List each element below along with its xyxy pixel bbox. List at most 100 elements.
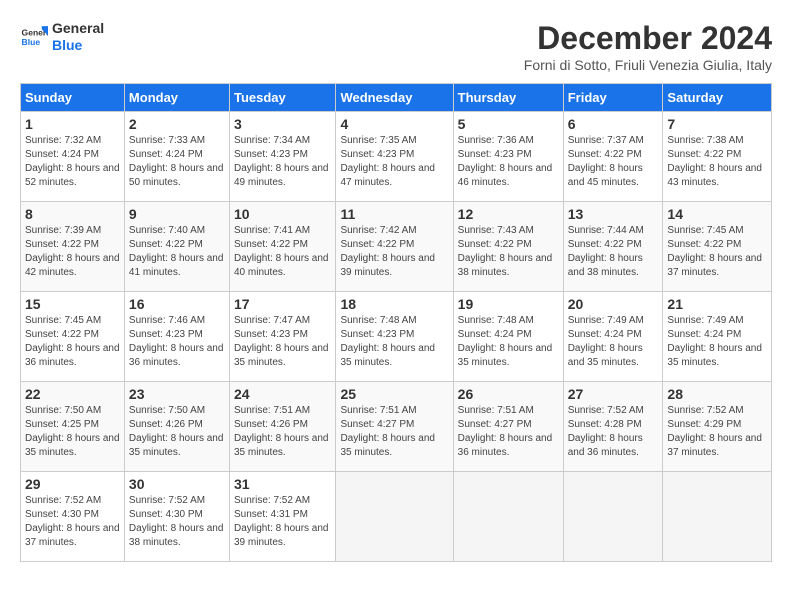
- calendar-header-row: SundayMondayTuesdayWednesdayThursdayFrid…: [21, 84, 772, 112]
- day-info: Sunrise: 7:37 AMSunset: 4:22 PMDaylight:…: [568, 134, 659, 190]
- header-day-tuesday: Tuesday: [229, 84, 335, 112]
- day-info: Sunrise: 7:36 AMSunset: 4:23 PMDaylight:…: [458, 134, 559, 190]
- calendar-cell: 3 Sunrise: 7:34 AMSunset: 4:23 PMDaylight…: [229, 112, 335, 202]
- day-info: Sunrise: 7:47 AMSunset: 4:23 PMDaylight:…: [234, 314, 331, 370]
- day-number: 31: [234, 476, 331, 492]
- calendar-cell: 22 Sunrise: 7:50 AMSunset: 4:25 PMDayligh…: [21, 382, 125, 472]
- svg-text:Blue: Blue: [22, 37, 41, 47]
- calendar-cell: 13 Sunrise: 7:44 AMSunset: 4:22 PMDayligh…: [563, 202, 663, 292]
- day-info: Sunrise: 7:45 AMSunset: 4:22 PMDaylight:…: [25, 314, 120, 370]
- day-info: Sunrise: 7:46 AMSunset: 4:23 PMDaylight:…: [129, 314, 225, 370]
- calendar-cell: 2 Sunrise: 7:33 AMSunset: 4:24 PMDaylight…: [124, 112, 229, 202]
- day-number: 10: [234, 206, 331, 222]
- calendar-cell: 17 Sunrise: 7:47 AMSunset: 4:23 PMDayligh…: [229, 292, 335, 382]
- day-number: 30: [129, 476, 225, 492]
- location-subtitle: Forni di Sotto, Friuli Venezia Giulia, I…: [524, 57, 772, 73]
- calendar-cell: 29 Sunrise: 7:52 AMSunset: 4:30 PMDayligh…: [21, 472, 125, 562]
- day-info: Sunrise: 7:34 AMSunset: 4:23 PMDaylight:…: [234, 134, 331, 190]
- day-info: Sunrise: 7:33 AMSunset: 4:24 PMDaylight:…: [129, 134, 225, 190]
- header-day-sunday: Sunday: [21, 84, 125, 112]
- calendar-week-1: 1 Sunrise: 7:32 AMSunset: 4:24 PMDaylight…: [21, 112, 772, 202]
- day-number: 28: [667, 386, 767, 402]
- day-number: 25: [340, 386, 448, 402]
- calendar-cell: 1 Sunrise: 7:32 AMSunset: 4:24 PMDaylight…: [21, 112, 125, 202]
- page-header: General Blue General Blue December 2024 …: [20, 20, 772, 73]
- header-day-wednesday: Wednesday: [336, 84, 453, 112]
- day-info: Sunrise: 7:52 AMSunset: 4:28 PMDaylight:…: [568, 404, 659, 460]
- day-info: Sunrise: 7:38 AMSunset: 4:22 PMDaylight:…: [667, 134, 767, 190]
- day-number: 15: [25, 296, 120, 312]
- day-info: Sunrise: 7:52 AMSunset: 4:29 PMDaylight:…: [667, 404, 767, 460]
- day-info: Sunrise: 7:52 AMSunset: 4:31 PMDaylight:…: [234, 494, 331, 550]
- calendar-cell: 28 Sunrise: 7:52 AMSunset: 4:29 PMDayligh…: [663, 382, 772, 472]
- calendar-week-4: 22 Sunrise: 7:50 AMSunset: 4:25 PMDayligh…: [21, 382, 772, 472]
- calendar-cell: [336, 472, 453, 562]
- day-number: 4: [340, 116, 448, 132]
- calendar-cell: 20 Sunrise: 7:49 AMSunset: 4:24 PMDayligh…: [563, 292, 663, 382]
- calendar-cell: 19Sunrise: 7:48 AMSunset: 4:24 PMDayligh…: [453, 292, 563, 382]
- day-number: 19: [458, 296, 559, 312]
- day-number: 22: [25, 386, 120, 402]
- calendar-cell: 11 Sunrise: 7:42 AMSunset: 4:22 PMDayligh…: [336, 202, 453, 292]
- calendar-cell: 8 Sunrise: 7:39 AMSunset: 4:22 PMDaylight…: [21, 202, 125, 292]
- logo-icon: General Blue: [20, 23, 48, 51]
- calendar-cell: 31 Sunrise: 7:52 AMSunset: 4:31 PMDayligh…: [229, 472, 335, 562]
- day-number: 20: [568, 296, 659, 312]
- header-day-friday: Friday: [563, 84, 663, 112]
- calendar-cell: [563, 472, 663, 562]
- title-block: December 2024 Forni di Sotto, Friuli Ven…: [524, 20, 772, 73]
- day-number: 1: [25, 116, 120, 132]
- day-info: Sunrise: 7:39 AMSunset: 4:22 PMDaylight:…: [25, 224, 120, 280]
- calendar-cell: 5 Sunrise: 7:36 AMSunset: 4:23 PMDaylight…: [453, 112, 563, 202]
- day-number: 26: [458, 386, 559, 402]
- day-number: 3: [234, 116, 331, 132]
- day-info: Sunrise: 7:49 AMSunset: 4:24 PMDaylight:…: [568, 314, 659, 370]
- calendar-cell: 12 Sunrise: 7:43 AMSunset: 4:22 PMDayligh…: [453, 202, 563, 292]
- calendar-cell: [453, 472, 563, 562]
- calendar-table: SundayMondayTuesdayWednesdayThursdayFrid…: [20, 83, 772, 562]
- day-info: Sunrise: 7:43 AMSunset: 4:22 PMDaylight:…: [458, 224, 559, 280]
- calendar-cell: [663, 472, 772, 562]
- calendar-cell: 7 Sunrise: 7:38 AMSunset: 4:22 PMDaylight…: [663, 112, 772, 202]
- day-info: Sunrise: 7:44 AMSunset: 4:22 PMDaylight:…: [568, 224, 659, 280]
- calendar-cell: 18 Sunrise: 7:48 AMSunset: 4:23 PMDayligh…: [336, 292, 453, 382]
- day-info: Sunrise: 7:50 AMSunset: 4:25 PMDaylight:…: [25, 404, 120, 460]
- day-number: 6: [568, 116, 659, 132]
- day-number: 2: [129, 116, 225, 132]
- day-number: 5: [458, 116, 559, 132]
- calendar-cell: 23Sunrise: 7:50 AMSunset: 4:26 PMDayligh…: [124, 382, 229, 472]
- day-number: 13: [568, 206, 659, 222]
- day-number: 12: [458, 206, 559, 222]
- day-number: 17: [234, 296, 331, 312]
- day-number: 29: [25, 476, 120, 492]
- calendar-week-5: 29 Sunrise: 7:52 AMSunset: 4:30 PMDayligh…: [21, 472, 772, 562]
- month-title: December 2024: [524, 20, 772, 57]
- header-day-thursday: Thursday: [453, 84, 563, 112]
- day-number: 9: [129, 206, 225, 222]
- header-day-monday: Monday: [124, 84, 229, 112]
- day-info: Sunrise: 7:32 AMSunset: 4:24 PMDaylight:…: [25, 134, 120, 190]
- day-info: Sunrise: 7:51 AMSunset: 4:26 PMDaylight:…: [234, 404, 331, 460]
- day-number: 21: [667, 296, 767, 312]
- day-number: 24: [234, 386, 331, 402]
- logo-line2: Blue: [52, 37, 104, 54]
- calendar-cell: 25 Sunrise: 7:51 AMSunset: 4:27 PMDayligh…: [336, 382, 453, 472]
- day-number: 11: [340, 206, 448, 222]
- calendar-cell: 10Sunrise: 7:41 AMSunset: 4:22 PMDayligh…: [229, 202, 335, 292]
- calendar-cell: 26Sunrise: 7:51 AMSunset: 4:27 PMDayligh…: [453, 382, 563, 472]
- calendar-body: 1 Sunrise: 7:32 AMSunset: 4:24 PMDaylight…: [21, 112, 772, 562]
- day-info: Sunrise: 7:35 AMSunset: 4:23 PMDaylight:…: [340, 134, 448, 190]
- calendar-cell: 15 Sunrise: 7:45 AMSunset: 4:22 PMDayligh…: [21, 292, 125, 382]
- calendar-cell: 14Sunrise: 7:45 AMSunset: 4:22 PMDayligh…: [663, 202, 772, 292]
- day-number: 23: [129, 386, 225, 402]
- day-info: Sunrise: 7:51 AMSunset: 4:27 PMDaylight:…: [340, 404, 448, 460]
- day-number: 7: [667, 116, 767, 132]
- day-number: 16: [129, 296, 225, 312]
- calendar-week-3: 15 Sunrise: 7:45 AMSunset: 4:22 PMDayligh…: [21, 292, 772, 382]
- day-info: Sunrise: 7:48 AMSunset: 4:23 PMDaylight:…: [340, 314, 448, 370]
- logo-line1: General: [52, 20, 104, 37]
- day-info: Sunrise: 7:42 AMSunset: 4:22 PMDaylight:…: [340, 224, 448, 280]
- day-info: Sunrise: 7:52 AMSunset: 4:30 PMDaylight:…: [25, 494, 120, 550]
- day-number: 8: [25, 206, 120, 222]
- day-number: 18: [340, 296, 448, 312]
